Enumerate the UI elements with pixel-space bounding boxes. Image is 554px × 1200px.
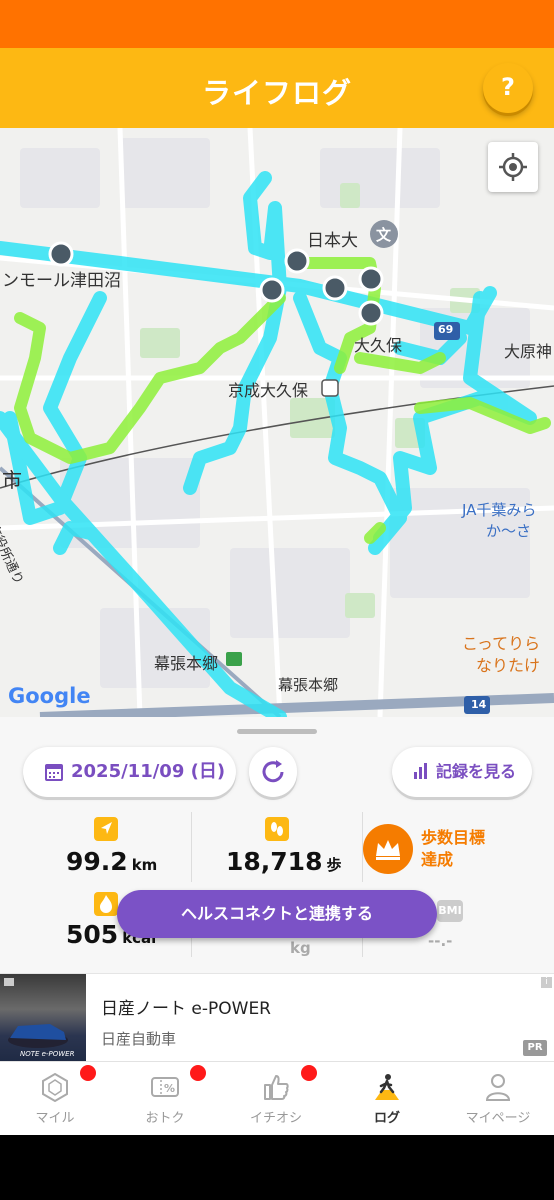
notification-dot <box>80 1065 96 1081</box>
steps-unit: 歩 <box>326 856 342 874</box>
divider <box>191 812 192 882</box>
crown-icon <box>376 840 400 860</box>
thumbs-up-icon <box>264 1075 289 1100</box>
system-nav-bar <box>0 1135 554 1200</box>
map-label-city: 市 <box>2 468 22 492</box>
google-logo: Google <box>8 684 91 708</box>
map-label-okubo: 大久保 <box>354 336 403 355</box>
calories-icon <box>94 892 118 916</box>
map-view[interactable]: ンモール津田沼 日本大 文 大久保 大原神 京成大久保 市 JA千葉みら か〜さ… <box>0 128 554 717</box>
nav-label: ログ <box>373 1111 400 1126</box>
nav-label: マイページ <box>465 1111 531 1126</box>
app-header: ライフログ ? <box>0 48 554 128</box>
nav-item-recommend[interactable]: イチオシ <box>221 1062 331 1136</box>
steps-icon <box>265 817 289 841</box>
bottom-nav: マイル % おトク イチオシ ログ マイページ <box>0 1061 554 1135</box>
bmi-badge: BMI <box>437 900 463 922</box>
calendar-icon <box>45 764 63 781</box>
nav-item-deals[interactable]: % おトク <box>110 1062 220 1136</box>
map-label-makuhari: 幕張本郷 <box>278 676 339 694</box>
nav-item-log[interactable]: ログ <box>332 1062 442 1136</box>
goal-achieved-badge <box>363 824 413 874</box>
map-label-kotteri: こってりら <box>462 634 541 653</box>
date-picker-button[interactable]: 2025/11/09 (日) <box>23 747 236 797</box>
screen: ライフログ ? ンモール津田沼 日本大 文 大久保 大原神 京成大久保 市 JA… <box>0 0 554 1200</box>
status-bar <box>0 0 554 48</box>
nav-label: おトク <box>145 1111 185 1126</box>
distance-icon <box>94 817 118 841</box>
ad-image-text: NOTE e-POWER <box>20 1050 75 1058</box>
google-logo-text: Google <box>8 684 91 708</box>
ad-pr-badge: PR <box>523 1040 547 1056</box>
refresh-icon <box>262 760 284 783</box>
notification-dot <box>190 1065 206 1081</box>
distance-value: 99.2 km <box>66 847 158 876</box>
sheet-drag-handle[interactable] <box>237 729 317 734</box>
nav-label: マイル <box>35 1111 75 1126</box>
page-title: ライフログ <box>201 76 352 110</box>
summary-sheet: 2025/11/09 (日) 記録を見る 99.2 km 18,718 歩 歩数… <box>0 717 554 973</box>
ad-info-icon[interactable]: i <box>541 977 552 988</box>
map-label-makuhari-station: 幕張本郷 <box>154 654 219 673</box>
map-label-ohara: 大原神 <box>504 342 553 361</box>
distance-unit: km <box>131 856 158 874</box>
route-69-shield: 69 <box>438 323 454 336</box>
view-records-label: 記録を見る <box>436 762 517 781</box>
refresh-button[interactable] <box>249 747 297 797</box>
person-icon <box>485 1074 511 1101</box>
map-canvas <box>0 128 554 717</box>
university-icon: 文 <box>376 226 392 244</box>
hexagon-icon <box>42 1072 68 1102</box>
map-label-ja-2: か〜さ <box>486 522 532 540</box>
map-label-keisei-okubo: 京成大久保 <box>228 381 309 400</box>
date-label: 2025/11/09 (日) <box>71 761 226 782</box>
nav-item-miles[interactable]: マイル <box>0 1062 110 1136</box>
crosshair-icon <box>499 153 527 181</box>
walker-icon <box>375 1074 399 1100</box>
map-label-university: 日本大 <box>307 231 358 251</box>
map-label-naritake: なりたけ <box>476 656 541 675</box>
my-location-button[interactable] <box>488 142 538 192</box>
coupon-icon: % <box>151 1077 179 1097</box>
route-14-shield: 14 <box>471 698 487 711</box>
bmi-value: --.- <box>428 932 453 950</box>
map-label-mall: ンモール津田沼 <box>2 271 121 291</box>
notification-dot <box>301 1065 317 1081</box>
nav-item-mypage[interactable]: マイページ <box>443 1062 553 1136</box>
ad-advertiser: 日産自動車 <box>101 1030 177 1048</box>
nav-label: イチオシ <box>249 1111 302 1126</box>
svg-text:%: % <box>164 1082 175 1095</box>
steps-value: 18,718 歩 <box>226 847 342 876</box>
ad-banner[interactable]: NOTE e-POWER 日産ノート e-POWER 日産自動車 PR i <box>0 973 554 1062</box>
bar-chart-icon <box>414 763 427 779</box>
health-connect-button[interactable]: ヘルスコネクトと連携する <box>117 890 437 938</box>
weight-unit: kg <box>290 939 311 957</box>
map-label-ja: JA千葉みら <box>462 501 537 519</box>
view-records-button[interactable]: 記録を見る <box>392 747 532 797</box>
car-image <box>4 978 68 1048</box>
ad-title[interactable]: 日産ノート e-POWER <box>101 994 271 1019</box>
ad-image[interactable]: NOTE e-POWER <box>0 974 86 1062</box>
help-button[interactable]: ? <box>483 63 533 113</box>
goal-achieved-text: 歩数目標 達成 <box>421 828 486 869</box>
